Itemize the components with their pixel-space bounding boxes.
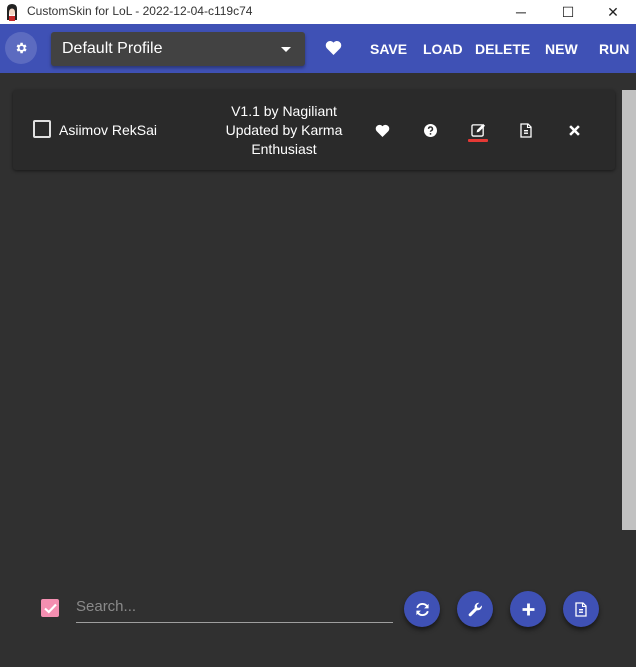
edit-icon: [470, 123, 485, 137]
import-file-icon: [575, 601, 587, 617]
profile-select[interactable]: Default Profile: [51, 32, 305, 66]
checkmark-icon: [43, 603, 57, 614]
window-close-button[interactable]: ✕: [590, 0, 636, 24]
heart-icon[interactable]: [325, 40, 342, 55]
refresh-button[interactable]: [404, 591, 440, 627]
close-icon: ✕: [607, 3, 619, 20]
gear-icon: [16, 42, 27, 54]
close-icon: [568, 124, 580, 136]
maximize-icon: ☐: [561, 3, 575, 20]
run-button[interactable]: RUN: [599, 41, 629, 57]
mod-card: Asiimov RekSai V1.1 by Nagiliant Updated…: [13, 90, 615, 170]
maximize-button[interactable]: ☐: [545, 0, 591, 24]
mod-info-line: Enthusiast: [251, 141, 317, 157]
tools-button[interactable]: [457, 591, 493, 627]
export-mod-button[interactable]: [518, 122, 534, 138]
mod-enable-checkbox[interactable]: [33, 120, 51, 138]
load-button[interactable]: LOAD: [423, 41, 463, 57]
window-title: CustomSkin for LoL - 2022-12-04-c119c74: [27, 4, 253, 18]
save-button[interactable]: SAVE: [370, 41, 407, 57]
favorite-mod-button[interactable]: [374, 122, 390, 138]
scrollbar[interactable]: [622, 90, 636, 530]
wrench-icon: [468, 602, 482, 616]
edit-mod-button[interactable]: [470, 122, 486, 138]
file-icon: [520, 122, 532, 138]
mod-info: V1.1 by Nagiliant Updated by Karma Enthu…: [209, 102, 359, 159]
select-all-checkbox[interactable]: [41, 599, 59, 617]
add-mod-button[interactable]: [510, 591, 546, 627]
chevron-down-icon: [281, 47, 291, 52]
minimize-button[interactable]: ─: [498, 0, 544, 24]
search-input[interactable]: [76, 591, 393, 623]
mod-info-button[interactable]: [422, 122, 438, 138]
mod-info-line: V1.1 by Nagiliant: [231, 103, 337, 119]
new-button[interactable]: NEW: [545, 41, 578, 57]
settings-button[interactable]: [5, 32, 37, 64]
mod-name: Asiimov RekSai: [59, 122, 158, 138]
delete-button[interactable]: DELETE: [475, 41, 530, 57]
edit-active-indicator: [468, 139, 488, 142]
window-titlebar[interactable]: CustomSkin for LoL - 2022-12-04-c119c74 …: [0, 0, 636, 24]
remove-mod-button[interactable]: [566, 122, 582, 138]
profile-select-value: Default Profile: [62, 40, 163, 57]
import-mod-button[interactable]: [563, 591, 599, 627]
refresh-icon: [415, 602, 429, 616]
heart-icon: [375, 124, 389, 137]
minimize-icon: ─: [516, 4, 526, 20]
mod-list-area: Asiimov RekSai V1.1 by Nagiliant Updated…: [0, 73, 636, 667]
anime-girl-avatar-icon: [7, 4, 17, 21]
mod-info-line: Updated by Karma: [225, 122, 343, 138]
add-icon: [522, 603, 534, 615]
help-icon: [423, 123, 437, 137]
app-header: Default Profile SAVE LOAD DELETE NEW RUN: [0, 24, 636, 73]
